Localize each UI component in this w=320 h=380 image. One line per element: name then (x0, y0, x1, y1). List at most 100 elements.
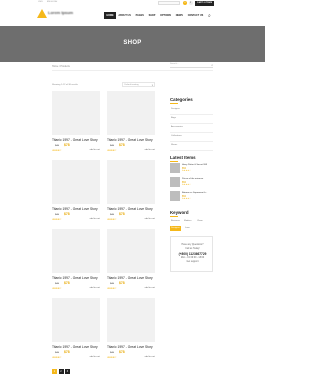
search-placeholder: Search... (170, 63, 179, 65)
latest-item-image[interactable] (170, 191, 180, 201)
category-item[interactable]: Accessories (170, 124, 213, 133)
product-image[interactable] (107, 160, 155, 204)
product-card[interactable]: Titanic 1997 - Great Love Story $40 $78 … (52, 298, 100, 360)
product-name[interactable]: Titanic 1997 - Great Love Story (52, 276, 100, 280)
keyword-tag[interactable]: Modern (183, 219, 192, 224)
product-name[interactable]: Titanic 1997 - Great Love Story (52, 138, 100, 142)
page-title: SHOP (123, 40, 142, 46)
top-bar: USD ENGLISH 0 2 CART 0 ITEMS (0, 0, 265, 6)
site-logo[interactable]: Lorem Ipsum (37, 9, 73, 19)
keyword-tag[interactable]: Love (184, 226, 191, 231)
product-old-price: $40 (55, 213, 59, 216)
add-to-cart-link[interactable]: add to cart (145, 287, 155, 289)
result-count: Showing 1-12 of 36 results (52, 84, 78, 86)
page-link-1[interactable]: 1 (52, 369, 57, 374)
compare-count-badge[interactable]: 2 (188, 1, 193, 6)
nav-home[interactable]: HOME (104, 12, 116, 19)
page-link-3[interactable]: 3 (65, 369, 70, 374)
product-card[interactable]: Titanic 1997 - Great Love Story $40 $78 … (107, 91, 155, 153)
product-price: $78 (64, 212, 70, 216)
keyword-tag-active[interactable]: Designer (170, 226, 181, 231)
keyword-tag[interactable]: Clean (196, 219, 204, 224)
language-selector[interactable]: ENGLISH (47, 1, 57, 3)
product-price: $78 (64, 281, 70, 285)
category-item[interactable]: Shoes (170, 142, 213, 151)
category-item[interactable]: Bags (170, 115, 213, 124)
add-to-cart-link[interactable]: add to cart (90, 218, 100, 220)
contact-support[interactable]: Get support (171, 261, 214, 263)
product-card[interactable]: Titanic 1997 - Great Love Story $40 $78 … (107, 160, 155, 222)
latest-item-title[interactable]: Batman vs Superman th... (182, 192, 207, 194)
product-image[interactable] (52, 298, 100, 342)
nav-news[interactable]: NEWS (173, 12, 185, 19)
latest-item-rating: ★★★★☆ (182, 184, 191, 186)
product-old-price: $40 (110, 351, 114, 354)
product-name[interactable]: Titanic 1997 - Great Love Story (107, 138, 155, 142)
product-name[interactable]: Titanic 1997 - Great Love Story (52, 207, 100, 211)
breadcrumb[interactable]: Home / Products (52, 65, 70, 68)
add-to-cart-link[interactable]: add to cart (145, 149, 155, 151)
product-card[interactable]: Titanic 1997 - Great Love Story $40 $78 … (107, 298, 155, 360)
wishlist-count-badge[interactable]: 0 (183, 1, 187, 6)
sidebar-search-input[interactable]: Search... ⌕ (170, 63, 213, 68)
product-rating: ★★★★☆ (107, 287, 117, 290)
search-icon[interactable]: ⌕ (208, 13, 214, 19)
logo-mark-icon (37, 9, 47, 18)
product-image[interactable] (52, 229, 100, 273)
product-name[interactable]: Titanic 1997 - Great Love Story (107, 345, 155, 349)
category-item[interactable]: Designer (170, 106, 213, 115)
pagination: 1 2 3 (52, 369, 70, 374)
product-rating: ★★★★☆ (52, 356, 62, 359)
add-to-cart-link[interactable]: add to cart (145, 218, 155, 220)
top-search-input[interactable] (158, 1, 180, 5)
latest-item[interactable]: Prince of the universe $54 ★★★★☆ (170, 177, 213, 189)
add-to-cart-link[interactable]: add to cart (90, 149, 100, 151)
page-link-2[interactable]: 2 (58, 369, 64, 374)
search-icon[interactable]: ⌕ (211, 63, 213, 67)
product-card[interactable]: Titanic 1997 - Great Love Story $40 $78 … (52, 91, 100, 153)
product-price: $78 (64, 143, 70, 147)
latest-item-rating: ★★★★☆ (182, 170, 191, 172)
heading-underline (170, 216, 178, 217)
categories-heading: Categories (170, 97, 193, 102)
latest-item-image[interactable] (170, 163, 180, 173)
nav-pages[interactable]: PAGES (133, 12, 146, 19)
product-image[interactable] (107, 229, 155, 273)
contact-phone[interactable]: (+800) 1123667729 (171, 252, 214, 256)
product-name[interactable]: Titanic 1997 - Great Love Story (107, 276, 155, 280)
latest-item-title[interactable]: Harry Potter & Secret Will (182, 164, 207, 166)
page-hero-banner: SHOP (0, 26, 265, 62)
keyword-tag[interactable]: Business (170, 219, 181, 224)
product-image[interactable] (52, 91, 100, 135)
product-name[interactable]: Titanic 1997 - Great Love Story (107, 207, 155, 211)
category-item[interactable]: Collections (170, 133, 213, 142)
product-image[interactable] (107, 91, 155, 135)
latest-item[interactable]: Harry Potter & Secret Will $54 ★★★★☆ (170, 163, 213, 175)
product-card[interactable]: Titanic 1997 - Great Love Story $40 $78 … (52, 160, 100, 222)
product-image[interactable] (107, 298, 155, 342)
nav-contact-us[interactable]: CONTACT US (185, 12, 205, 19)
product-image[interactable] (52, 160, 100, 204)
keyword-heading: Keyword (170, 210, 189, 215)
product-price: $78 (119, 350, 125, 354)
currency-selector[interactable]: USD (38, 1, 43, 3)
contact-question: Have any Questions? (181, 244, 204, 246)
product-rating: ★★★★☆ (107, 356, 117, 359)
nav-about-us[interactable]: ABOUT US (116, 12, 133, 19)
latest-item-title[interactable]: Prince of the universe (182, 178, 203, 180)
cart-button[interactable]: CART 0 ITEMS (195, 0, 214, 6)
latest-item[interactable]: Batman vs Superman th... $54 ★★★★☆ (170, 191, 213, 203)
product-name[interactable]: Titanic 1997 - Great Love Story (52, 345, 100, 349)
latest-items-heading: Latest Items (170, 155, 196, 160)
product-card[interactable]: Titanic 1997 - Great Love Story $40 $78 … (107, 229, 155, 291)
latest-item-image[interactable] (170, 177, 180, 187)
contact-box: Have any Questions? Call us Today! (+800… (170, 236, 213, 272)
add-to-cart-link[interactable]: add to cart (90, 287, 100, 289)
sort-select[interactable]: Default sorting (122, 82, 155, 88)
product-card[interactable]: Titanic 1997 - Great Love Story $40 $78 … (52, 229, 100, 291)
nav-options[interactable]: OPTIONS (158, 12, 174, 19)
add-to-cart-link[interactable]: add to cart (90, 356, 100, 358)
add-to-cart-link[interactable]: add to cart (145, 356, 155, 358)
nav-shop[interactable]: SHOP (146, 12, 158, 19)
product-old-price: $40 (55, 351, 59, 354)
